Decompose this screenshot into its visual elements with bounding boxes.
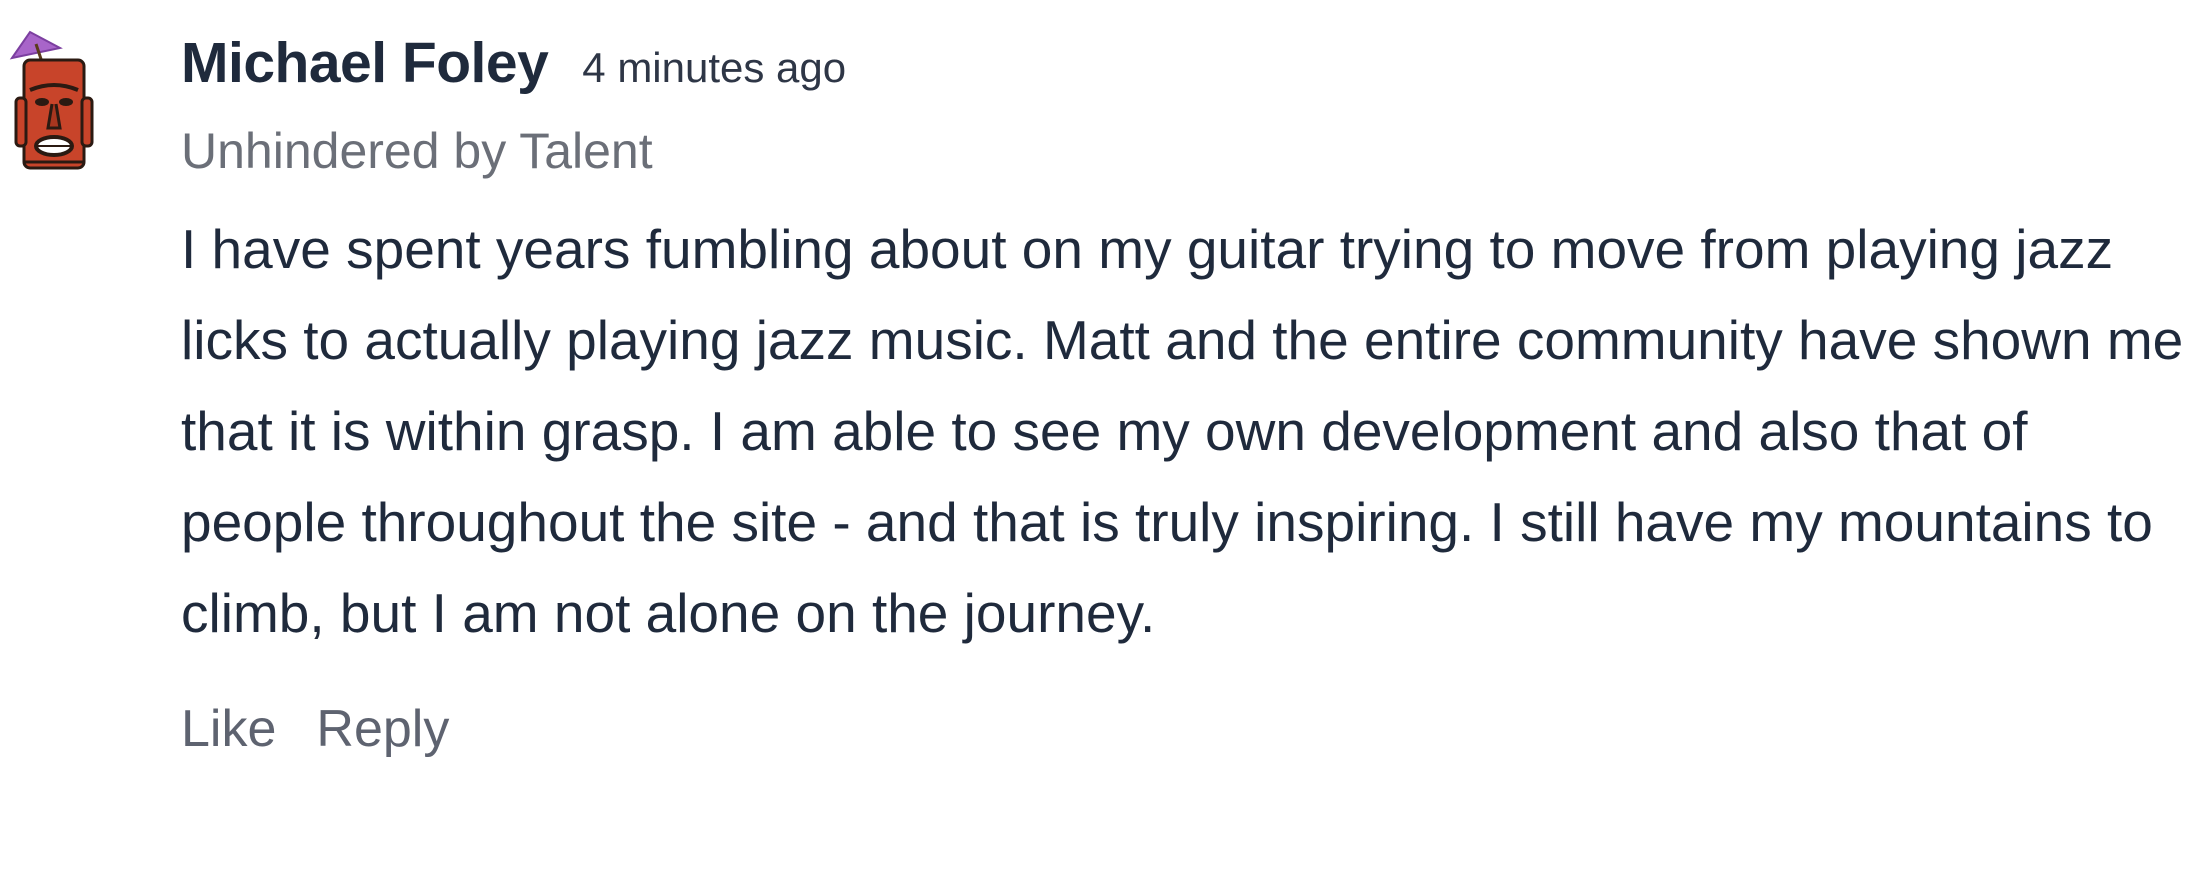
comment: Michael Foley 4 minutes ago Unhindered b…	[0, 0, 2196, 890]
like-button[interactable]: Like	[181, 699, 276, 759]
comment-content: Michael Foley 4 minutes ago Unhindered b…	[181, 30, 2183, 759]
comment-body: I have spent years fumbling about on my …	[181, 218, 2184, 644]
tiki-mask-icon	[9, 30, 94, 170]
author-name[interactable]: Michael Foley	[181, 30, 549, 96]
comment-header: Michael Foley 4 minutes ago	[181, 30, 2181, 100]
reply-button[interactable]: Reply	[316, 699, 449, 759]
author-subtitle: Unhindered by Talent	[181, 123, 653, 179]
avatar[interactable]	[8, 28, 100, 178]
timestamp[interactable]: 4 minutes ago	[582, 44, 846, 92]
comment-actions: Like Reply	[181, 699, 2181, 759]
